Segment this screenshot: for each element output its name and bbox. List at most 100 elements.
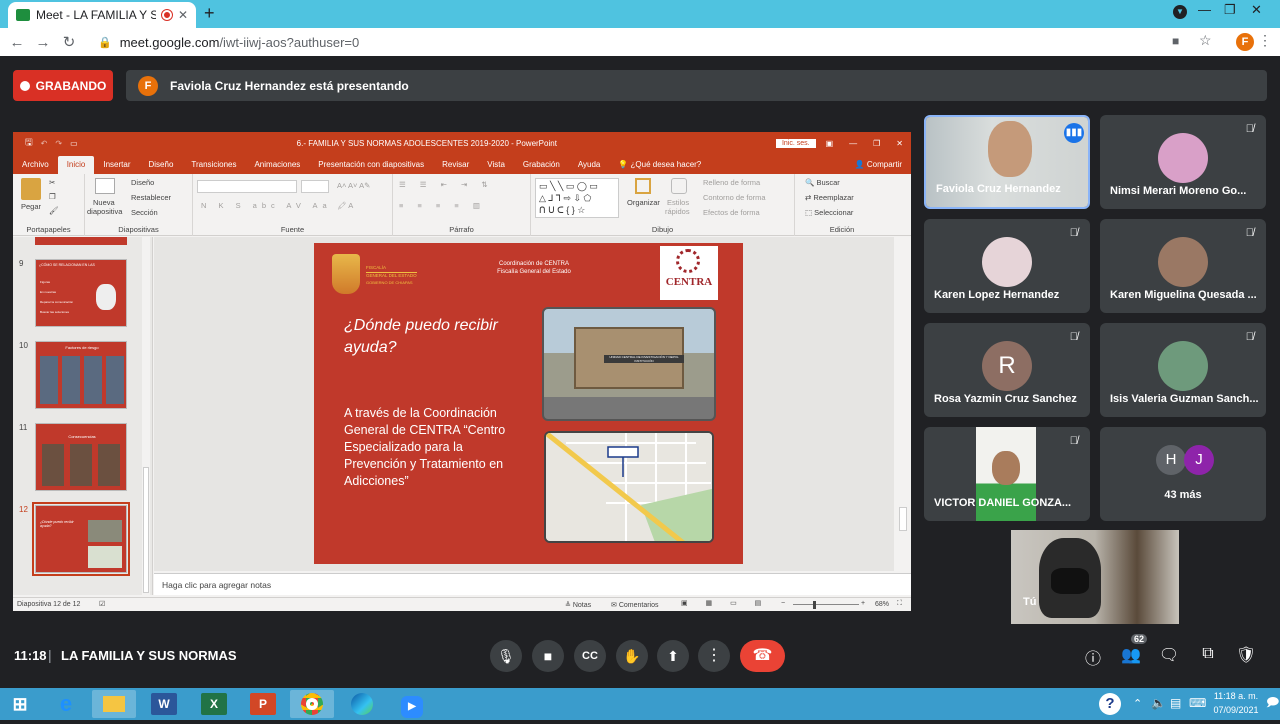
activities-icon[interactable]: ⧉	[1196, 645, 1220, 663]
thumbnail-10[interactable]: Factores de riesgo	[35, 341, 127, 409]
chrome-icon[interactable]	[290, 690, 334, 718]
edge-icon[interactable]	[346, 690, 378, 718]
word-icon[interactable]: W	[151, 693, 177, 715]
tab-vista[interactable]: Vista	[478, 160, 514, 174]
sign-in-button[interactable]: Inic. ses.	[775, 138, 816, 148]
people-icon[interactable]: 👥	[1119, 645, 1143, 665]
paste-icon[interactable]	[21, 178, 41, 200]
quick-styles-label-1[interactable]: Estilos	[667, 198, 689, 207]
find-button[interactable]: 🔍 Buscar	[805, 178, 840, 187]
thumbnails-scroll-thumb[interactable]	[143, 467, 149, 593]
tab-archivo[interactable]: Archivo	[13, 160, 58, 174]
ribbon-display-icon[interactable]: ▣	[826, 139, 834, 148]
arrange-label[interactable]: Organizar	[627, 198, 660, 207]
participant-tile-isis[interactable]: 🎙̸ Isis Valeria Guzman Sanch...	[1100, 323, 1266, 417]
replace-button[interactable]: ⇄ Reemplazar	[805, 193, 854, 202]
start-slideshow-icon[interactable]: ▭	[70, 139, 78, 148]
reload-icon[interactable]: ↻	[56, 33, 82, 51]
quick-styles-label-2[interactable]: rápidos	[665, 207, 690, 216]
participant-tile-nimsi[interactable]: 🎙̸ Nimsi Merari Moreno Go...	[1100, 115, 1266, 209]
current-slide[interactable]: FISCALÍA GENERAL DEL ESTADO GOBIERNO DE …	[314, 243, 743, 564]
zoom-level[interactable]: 68%	[875, 601, 889, 608]
file-explorer-icon[interactable]	[92, 690, 136, 718]
participant-tile-faviola[interactable]: ▮▮▮ Faviola Cruz Hernandez	[924, 115, 1090, 209]
camera-blocked-icon[interactable]: ■	[1172, 34, 1179, 48]
url-field[interactable]: 🔒 meet.google.com/iwt-iiwj-aos?authuser=…	[98, 35, 359, 50]
font-format-icons[interactable]: N K S abc AV Aa	[201, 201, 332, 210]
restore-icon[interactable]: ❐	[1224, 2, 1236, 18]
close-window-icon[interactable]: ✕	[1251, 2, 1262, 18]
present-button[interactable]: ⬆	[657, 640, 689, 672]
self-view-tile[interactable]: Tú	[1011, 530, 1179, 624]
tab-insertar[interactable]: Insertar	[94, 160, 139, 174]
save-icon[interactable]: 🖫	[25, 135, 33, 151]
tab-ayuda[interactable]: Ayuda	[569, 160, 610, 174]
participant-tile-karen-lopez[interactable]: 🎙̸ Karen Lopez Hernandez	[924, 219, 1090, 313]
new-slide-label-1[interactable]: Nueva	[93, 198, 115, 207]
grow-font-icon[interactable]: A˄ A˅ A✎	[337, 181, 370, 190]
tab-inicio[interactable]: Inicio	[57, 156, 95, 174]
network-icon[interactable]: ▤	[1170, 696, 1181, 710]
zoom-slider-thumb[interactable]	[813, 601, 816, 609]
accessibility-icon[interactable]: ☑	[99, 600, 105, 608]
participant-tile-karen-quesada[interactable]: 🎙̸ Karen Miguelina Quesada ...	[1100, 219, 1266, 313]
font-size-box[interactable]	[301, 180, 329, 193]
notifications-icon[interactable]: 🗩	[1266, 693, 1279, 714]
zoom-app-icon[interactable]: ▶	[396, 690, 428, 718]
host-controls-icon[interactable]: 🛡	[1234, 645, 1258, 665]
browser-menu-icon[interactable]: ⋮	[1258, 32, 1272, 49]
undo-icon[interactable]: ↶	[41, 139, 48, 148]
font-name-box[interactable]	[197, 180, 297, 193]
profile-avatar[interactable]: F	[1236, 33, 1254, 51]
ime-icon[interactable]: ⌨	[1189, 696, 1206, 710]
tab-diseno[interactable]: Diseño	[140, 160, 183, 174]
cut-icon[interactable]: ✂	[49, 178, 55, 187]
excel-icon[interactable]: X	[201, 693, 227, 715]
tab-transiciones[interactable]: Transiciones	[182, 160, 245, 174]
tell-me-box[interactable]: 💡 ¿Qué desea hacer?	[609, 160, 710, 174]
shape-effects-button[interactable]: Efectos de forma	[703, 208, 760, 217]
raise-hand-button[interactable]: ✋	[616, 640, 648, 672]
zoom-slider[interactable]	[793, 604, 859, 605]
minimize-icon[interactable]: —	[1198, 2, 1211, 17]
tab-grabacion[interactable]: Grabación	[514, 160, 569, 174]
thumbnail-9[interactable]: ¿CÓMO SE RELACIONAN EN LAS Figuras En nu…	[35, 259, 127, 327]
tab-animaciones[interactable]: Animaciones	[245, 160, 309, 174]
volume-icon[interactable]: 🔈	[1151, 696, 1166, 710]
new-slide-label-2[interactable]: diapositiva	[87, 207, 122, 216]
more-options-button[interactable]: ⋮	[698, 640, 730, 672]
tab-search-icon[interactable]: ▼	[1173, 5, 1187, 19]
shape-fill-button[interactable]: Relleno de forma	[703, 178, 760, 187]
tab-presentacion[interactable]: Presentación con diapositivas	[309, 160, 433, 174]
canvas-scrollbar[interactable]	[898, 237, 908, 571]
windows-start-icon[interactable]: ⊞	[4, 690, 36, 718]
paste-label[interactable]: Pegar	[21, 202, 41, 211]
font-color-icon[interactable]: 🖍 A	[337, 201, 353, 210]
redo-icon[interactable]: ↷	[55, 139, 62, 148]
leave-call-button[interactable]: ☎	[740, 640, 785, 672]
tray-time[interactable]: 11:18 a. m.	[1210, 691, 1262, 701]
powerpoint-icon[interactable]: P	[250, 693, 276, 715]
view-buttons[interactable]: ▣ ▦ ▭ ▤	[681, 599, 769, 607]
zoom-in-icon[interactable]: +	[861, 600, 865, 607]
zoom-out-icon[interactable]: −	[781, 600, 785, 607]
back-icon[interactable]: ←	[4, 34, 30, 51]
forward-icon[interactable]: →	[30, 34, 56, 51]
thumbnails-scrollbar[interactable]	[142, 237, 150, 595]
format-painter-icon[interactable]: 🖌	[49, 206, 59, 215]
captions-button[interactable]: CC	[574, 640, 606, 672]
thumbnail-12-selected[interactable]: ¿Dónde puedo recibir ayuda?	[32, 502, 130, 576]
layout-button[interactable]: Diseño	[131, 178, 154, 187]
ppt-minimize-icon[interactable]: —	[849, 139, 857, 148]
thumbnail-11[interactable]: Consecuencias	[35, 423, 127, 491]
microphone-button[interactable]: 🎙	[490, 640, 522, 672]
shapes-gallery[interactable]: ▭ ╲ ╲ ▭ ◯ ▭ △ ⅃ ⅂ ⇨ ⇩ ⬠ ᑎ ᑌ ᑕ { } ☆	[535, 178, 619, 218]
shape-outline-button[interactable]: Contorno de forma	[703, 193, 766, 202]
meeting-info-icon[interactable]: ⓘ	[1081, 645, 1105, 669]
reset-button[interactable]: Restablecer	[131, 193, 171, 202]
chat-icon[interactable]: 🗨	[1157, 645, 1181, 665]
tray-arrow-icon[interactable]: ⌃	[1133, 697, 1142, 710]
close-tab-icon[interactable]: ✕	[178, 8, 188, 22]
more-participants-tile[interactable]: H J 43 más	[1100, 427, 1266, 521]
select-button[interactable]: ⬚ Seleccionar	[805, 208, 853, 217]
